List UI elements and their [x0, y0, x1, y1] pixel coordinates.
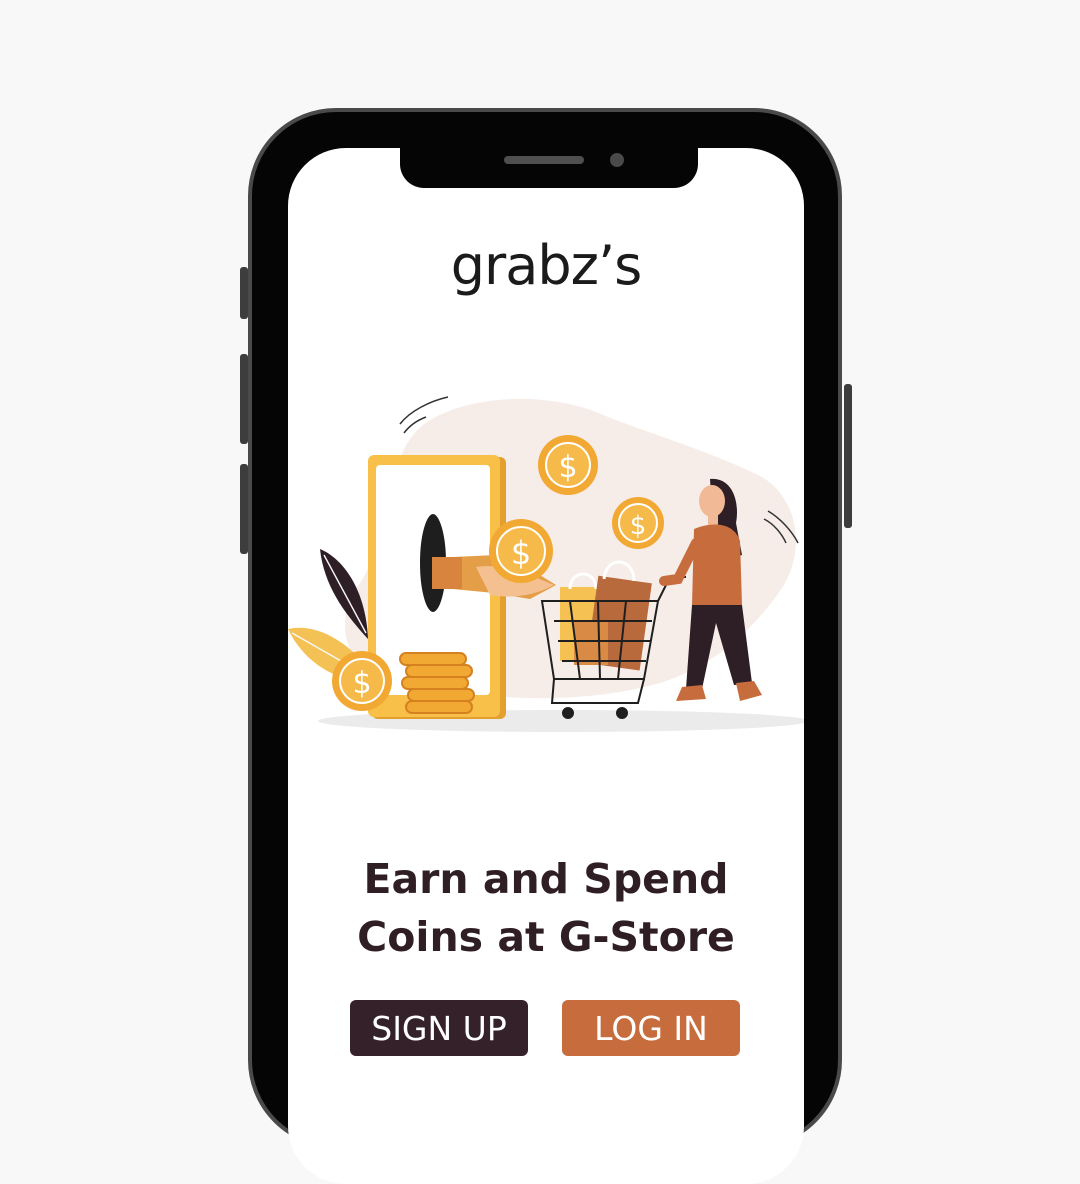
log-in-button[interactable]: LOG IN: [562, 1000, 740, 1056]
headline: Earn and Spend Coins at G-Store: [288, 850, 804, 966]
phone-frame: grabz’s $ $ $ $ Earn and Spend Coins at …: [240, 108, 852, 1184]
shopping-illustration: $ $ $ $: [288, 396, 804, 732]
coin-stack-icon: [399, 652, 475, 714]
svg-text:$: $: [558, 450, 577, 485]
coin-icon: $: [612, 497, 664, 549]
svg-text:$: $: [352, 666, 371, 701]
app-logo: grabz’s: [450, 234, 643, 297]
side-button: [240, 464, 248, 554]
sign-up-button[interactable]: SIGN UP: [350, 1000, 528, 1056]
coin-icon: $: [332, 651, 392, 711]
svg-text:$: $: [511, 534, 531, 572]
headline-line-2: Coins at G-Store: [357, 913, 735, 961]
headline-line-1: Earn and Spend: [363, 855, 729, 903]
side-button: [844, 384, 852, 528]
coin-icon: $: [489, 519, 553, 583]
phone-screen: grabz’s $ $ $ $ Earn and Spend Coins at …: [288, 148, 804, 1184]
coin-icon: $: [538, 435, 598, 495]
side-button: [240, 267, 248, 319]
speaker: [504, 156, 584, 164]
camera: [610, 153, 624, 167]
svg-text:$: $: [630, 511, 647, 541]
side-button: [240, 354, 248, 444]
notch: [400, 148, 698, 188]
